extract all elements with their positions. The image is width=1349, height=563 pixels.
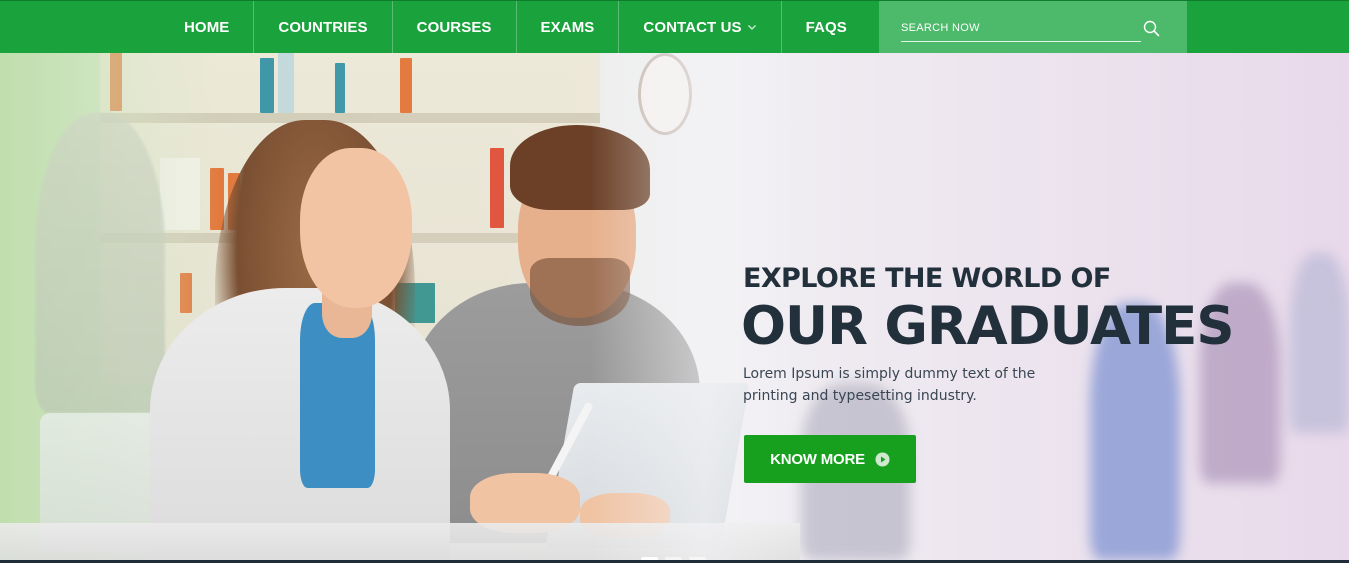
book: [335, 63, 345, 113]
book: [400, 58, 412, 113]
nav-item-label: COUNTRIES: [278, 18, 368, 36]
search-box: [879, 1, 1187, 53]
play-circle-icon: [875, 452, 890, 466]
book: [260, 58, 274, 113]
chevron-down-icon: [747, 25, 756, 30]
hero-title: OUR GRADUATES: [741, 296, 1235, 357]
background-student: [1290, 253, 1349, 433]
hero-description: Lorem Ipsum is simply dummy text of the …: [743, 366, 1036, 404]
nav-item-label: COURSES: [416, 18, 492, 36]
know-more-button[interactable]: KNOW MORE: [744, 435, 916, 483]
nav-item-courses[interactable]: COURSES: [393, 1, 517, 53]
nav-item-faqs[interactable]: FAQS: [782, 1, 871, 53]
book: [490, 148, 504, 228]
nav-item-label: HOME: [184, 18, 230, 36]
student-face: [300, 148, 412, 308]
nav-item-contact-us[interactable]: CONTACT US: [619, 1, 782, 53]
search-icon[interactable]: [1143, 20, 1160, 37]
hero-banner: EXPLORE THE WORLD OF OUR GRADUATES Lorem…: [0, 53, 1349, 560]
nav-item-countries[interactable]: COUNTRIES: [254, 1, 393, 53]
know-more-label: KNOW MORE: [770, 450, 865, 468]
background-student: [35, 113, 165, 413]
nav-item-home[interactable]: HOME: [160, 1, 255, 53]
nav-item-label: EXAMS: [540, 18, 595, 36]
search-input[interactable]: [901, 15, 1141, 42]
main-navbar: HOME COUNTRIES COURSES EXAMS CONTACT US …: [0, 0, 1349, 53]
nav-item-label: CONTACT US: [643, 18, 742, 36]
hero-kicker: EXPLORE THE WORLD OF: [743, 263, 1111, 294]
nav-item-label: FAQS: [805, 18, 847, 36]
nav-menu: HOME COUNTRIES COURSES EXAMS CONTACT US …: [160, 1, 871, 53]
book: [278, 53, 294, 113]
nav-item-exams[interactable]: EXAMS: [517, 1, 620, 53]
